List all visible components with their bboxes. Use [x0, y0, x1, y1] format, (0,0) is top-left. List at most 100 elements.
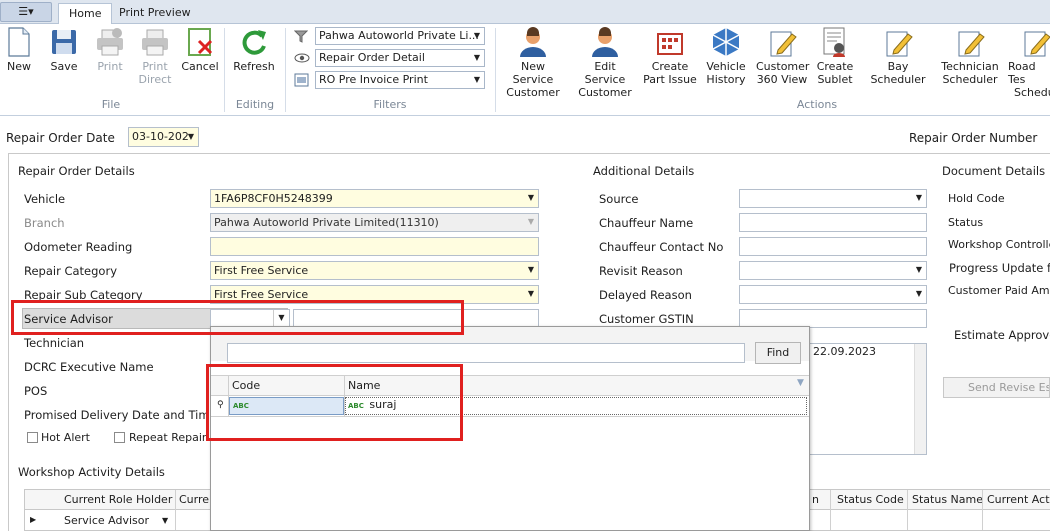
workshop-activity-heading: Workshop Activity Details [18, 465, 165, 479]
create-sublet-button[interactable]: Create Sublet [814, 26, 856, 86]
app-menu-button[interactable]: ☰▾ [0, 2, 52, 22]
print-label: Print [97, 60, 123, 73]
save-label: Save [50, 60, 78, 73]
repair-order-number-label: Repair Order Number [909, 131, 1038, 145]
refresh-button[interactable]: Refresh [232, 26, 276, 73]
row-indicator-icon: ▶ [30, 515, 37, 524]
save-disk-icon [48, 26, 80, 58]
filter-funnel-icon[interactable]: ▼ [797, 378, 804, 388]
pencil-doc-icon [1020, 26, 1050, 58]
customer-paid-amount-label: Customer Paid Amour [948, 284, 1050, 297]
customer-gstin-label: Customer GSTIN [599, 312, 694, 326]
printer-icon [94, 26, 126, 58]
vehicle-history-button[interactable]: Vehicle History [704, 26, 748, 86]
annotation-box-lookup-filter [206, 364, 463, 441]
hot-alert-checkbox[interactable] [27, 432, 38, 443]
report-filter-dropdown[interactable]: Repair Order Detail ▼ [315, 49, 485, 67]
repair-order-date-label: Repair Order Date [6, 131, 115, 145]
estimate-approved-label: Estimate Approve [954, 328, 1050, 342]
col-status-name: Status Name [912, 493, 984, 506]
source-dropdown[interactable]: ▼ [739, 189, 927, 208]
new-document-icon [3, 26, 35, 58]
pencil-doc-icon [882, 26, 914, 58]
new-label: New [7, 60, 31, 73]
progress-update-label: Progress Update fo [949, 261, 1050, 275]
grid-divider [907, 490, 908, 530]
technician-scheduler-label-1: Technician [941, 60, 999, 73]
revisit-reason-dropdown[interactable]: ▼ [739, 261, 927, 280]
editing-group-label: Editing [235, 98, 275, 111]
odometer-input[interactable] [210, 237, 539, 256]
refresh-icon [238, 26, 270, 58]
pencil-doc-icon [954, 26, 986, 58]
cancel-label: Cancel [181, 60, 219, 73]
vehicle-history-label-1: Vehicle [706, 60, 746, 73]
road-test-scheduler-button[interactable]: Road Tes Schedu [1006, 26, 1050, 99]
filters-group-label: Filters [373, 98, 407, 111]
pos-label: POS [24, 384, 48, 398]
company-filter-dropdown[interactable]: Pahwa Autoworld Private Li... ▼ [315, 27, 485, 45]
technician-scheduler-button[interactable]: Technician Scheduler [940, 26, 1000, 86]
file-group-label: File [101, 98, 121, 111]
road-test-label-1: Road Tes [1008, 60, 1036, 86]
grid-divider [175, 490, 176, 530]
repeat-repair-label: Repeat Repair [129, 431, 207, 444]
customer-360-label-1: Customer [756, 60, 810, 73]
revisit-reason-label: Revisit Reason [599, 264, 683, 278]
send-revise-estimate-button[interactable]: Send Revise Esti [943, 377, 1050, 398]
repair-category-dropdown[interactable]: First Free Service ▼ [210, 261, 539, 280]
annotation-box-service-advisor [11, 300, 464, 335]
grid-divider [830, 490, 831, 530]
col-partial: n [812, 493, 819, 506]
source-label: Source [599, 192, 639, 206]
eye-icon [294, 52, 310, 64]
print-layout-icon [294, 73, 310, 87]
repeat-repair-checkbox[interactable] [114, 432, 125, 443]
odometer-label: Odometer Reading [24, 240, 133, 254]
save-button[interactable]: Save [48, 26, 80, 73]
chauffeur-name-input[interactable] [739, 213, 927, 232]
print-direct-button[interactable]: Print Direct [136, 26, 174, 86]
branch-dropdown: Pahwa Autoworld Private Limited(11310) ▼ [210, 213, 539, 232]
dcrc-executive-label: DCRC Executive Name [24, 360, 154, 374]
create-part-issue-button[interactable]: Create Part Issue [642, 26, 698, 86]
cancel-button[interactable]: Cancel [181, 26, 219, 73]
bay-scheduler-label: Bay Scheduler [870, 60, 926, 86]
print-format-dropdown[interactable]: RO Pre Invoice Print ▼ [315, 71, 485, 89]
chauffeur-contact-input[interactable] [739, 237, 927, 256]
repair-order-date-picker[interactable]: 03-10-202 ▼ [128, 127, 199, 147]
sublet-doc-icon [819, 26, 851, 58]
edit-service-customer-button[interactable]: Edit Service Customer [574, 26, 636, 99]
chevron-down-icon[interactable]: ▼ [162, 516, 168, 525]
chauffeur-contact-label: Chauffeur Contact No [599, 240, 724, 254]
delayed-reason-label: Delayed Reason [599, 288, 692, 302]
technician-scheduler-label-2: Scheduler [942, 73, 998, 86]
document-details-heading: Document Details [942, 164, 1046, 178]
chauffeur-name-label: Chauffeur Name [599, 216, 694, 230]
vehicle-dropdown[interactable]: 1FA6P8CF0H5248399 ▼ [210, 189, 539, 208]
filter-icon [293, 29, 310, 43]
promised-delivery-label: Promised Delivery Date and Time [24, 408, 217, 422]
person-edit-icon [589, 26, 621, 58]
print-button[interactable]: Print [92, 26, 128, 73]
customer-360-label-2: 360 View [756, 73, 808, 86]
delayed-reason-dropdown[interactable]: ▼ [739, 285, 927, 304]
tab-print-preview[interactable]: Print Preview [109, 3, 201, 24]
print-direct-label-2: Direct [138, 73, 172, 86]
table-row-role-holder[interactable]: Service Advisor [64, 514, 149, 527]
customer-360-view-button[interactable]: Customer 360 View [756, 26, 810, 86]
repair-category-label: Repair Category [24, 264, 118, 278]
new-service-customer-button[interactable]: New Service Customer [502, 26, 564, 99]
bay-scheduler-button[interactable]: Bay Scheduler [862, 26, 934, 86]
new-button[interactable]: New [3, 26, 35, 73]
tab-home[interactable]: Home [58, 3, 113, 24]
memo-scrollbar[interactable] [914, 344, 926, 454]
vehicle-label: Vehicle [24, 192, 66, 206]
col-status-code: Status Code [837, 493, 904, 506]
lookup-search-input[interactable] [227, 343, 745, 363]
create-sublet-label-2: Sublet [817, 73, 853, 86]
find-button[interactable]: Find [755, 342, 801, 364]
vehicle-history-label-2: History [706, 73, 746, 86]
ribbon: New Save Print Print Direct Cancel File [0, 24, 1050, 116]
remarks-memo[interactable]: 22.09.2023 [809, 343, 927, 455]
